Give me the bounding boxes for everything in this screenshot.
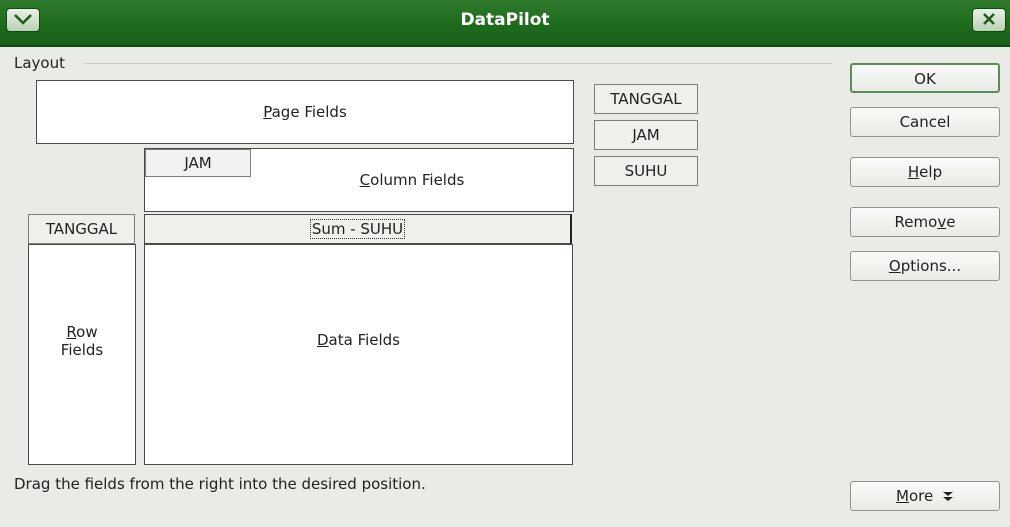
column-fields-label: Column Fields: [359, 171, 465, 189]
window-title: DataPilot: [460, 10, 550, 30]
close-icon: [983, 13, 995, 25]
layout-divider: [84, 63, 832, 64]
options-button[interactable]: Options...: [850, 251, 1000, 281]
row-field-tanggal[interactable]: TANGGAL: [28, 214, 135, 244]
column-field-jam[interactable]: JAM: [145, 149, 251, 177]
available-field-suhu[interactable]: SUHU: [594, 156, 698, 186]
close-button[interactable]: [972, 8, 1006, 32]
remove-button[interactable]: Remove: [850, 207, 1000, 237]
cancel-button[interactable]: Cancel: [850, 107, 1000, 137]
page-fields-label: Page Fields: [263, 103, 347, 121]
ok-button[interactable]: OK: [850, 63, 1000, 93]
titlebar: DataPilot: [0, 0, 1010, 47]
more-button[interactable]: More: [850, 481, 1000, 511]
layout-group-label: Layout: [14, 54, 71, 72]
row-fields-label: Row Fields: [60, 323, 104, 359]
double-chevron-down-icon: [942, 491, 953, 501]
drag-hint: Drag the fields from the right into the …: [14, 475, 426, 493]
data-field-sum-suhu-label: Sum - SUHU: [309, 219, 406, 239]
available-field-jam[interactable]: JAM: [594, 120, 698, 150]
help-button[interactable]: Help: [850, 157, 1000, 187]
data-fields-area[interactable]: Data Fields: [144, 244, 573, 465]
data-field-sum-suhu[interactable]: Sum - SUHU: [144, 214, 572, 244]
page-fields-area[interactable]: Page Fields: [36, 80, 574, 144]
row-fields-area[interactable]: Row Fields: [28, 244, 136, 465]
column-fields-area[interactable]: JAM Column Fields: [144, 148, 574, 212]
data-fields-label: Data Fields: [316, 331, 401, 349]
available-field-tanggal[interactable]: TANGGAL: [594, 84, 698, 114]
